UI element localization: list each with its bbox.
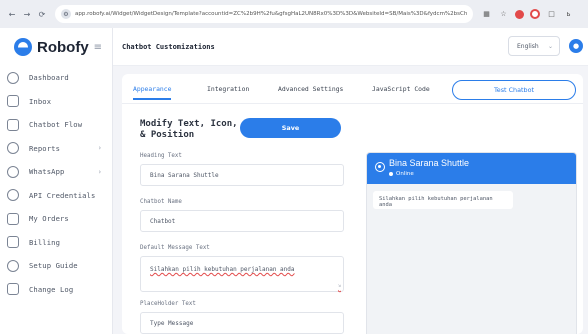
language-value: English xyxy=(517,42,539,50)
chat-bot-icon xyxy=(375,162,385,172)
sidebar-item-label: Billing xyxy=(29,237,60,247)
bookmark-star-icon[interactable]: ☆ xyxy=(498,9,509,20)
billing-icon xyxy=(7,236,19,249)
address-bar[interactable]: ⚙ app.robofy.ai/Widget/WidgetDesign/Temp… xyxy=(55,5,473,23)
profile-icon[interactable]: ь xyxy=(563,9,574,20)
save-button[interactable]: Save xyxy=(240,118,341,138)
tab-javascript-code[interactable]: JavaScript Code xyxy=(372,85,430,93)
online-dot-icon xyxy=(389,172,393,176)
sidebar-item-reports[interactable]: Reports › xyxy=(0,137,112,161)
heading-text-label: Heading Text xyxy=(140,153,182,159)
language-select[interactable]: English ⌄ xyxy=(508,36,560,56)
preview-bot-name: Bina Sarana Shuttle xyxy=(389,158,470,168)
robofy-logo-icon xyxy=(14,38,32,56)
preview-status: Online xyxy=(389,171,414,177)
chatbot-name-input[interactable]: Chatbot xyxy=(140,210,344,232)
heading-text-value: Bina Sarana Shuttle xyxy=(150,171,219,179)
tab-advanced-settings[interactable]: Advanced Settings xyxy=(278,85,343,93)
guide-icon xyxy=(7,259,19,272)
sidebar: Robofy ≡ Dashboard Inbox Chatbot Flow Re… xyxy=(0,28,113,334)
sidebar-item-label: WhatsApp xyxy=(29,167,65,177)
tab-appearance[interactable]: Appearance xyxy=(133,85,172,100)
main-content: Appearance Integration Advanced Settings… xyxy=(113,66,588,334)
chatbot-preview: Bina Sarana Shuttle Online Silahkan pili… xyxy=(366,152,577,334)
placeholder-text-value: Type Message xyxy=(150,319,194,327)
sidebar-item-label: Chatbot Flow xyxy=(29,120,83,130)
heading-text-input[interactable]: Bina Sarana Shuttle xyxy=(140,164,344,186)
sidebar-item-whatsapp[interactable]: WhatsApp › xyxy=(0,160,112,184)
extension-red-icon[interactable] xyxy=(515,9,524,19)
translate-icon[interactable]: ▦ xyxy=(481,9,492,20)
avatar[interactable]: ● xyxy=(569,39,583,53)
preview-header: Bina Sarana Shuttle Online xyxy=(367,153,576,184)
sidebar-item-label: Setup Guide xyxy=(29,261,78,271)
reload-icon[interactable]: ⟳ xyxy=(36,8,48,20)
flow-icon xyxy=(7,118,19,131)
header: Chatbot Customizations English ⌄ ● xyxy=(113,28,588,66)
preview-message-bubble: Silahkan pilih kebutuhan perjalanan anda xyxy=(373,191,513,209)
extensions-icon[interactable]: □ xyxy=(546,9,557,20)
forward-icon[interactable]: → xyxy=(21,8,33,20)
reports-icon xyxy=(7,142,19,155)
sidebar-item-my-orders[interactable]: My Orders xyxy=(0,207,112,231)
sidebar-item-label: Dashboard xyxy=(29,73,69,83)
default-message-value: Silahkan pilih kebutuhan perjalanan anda xyxy=(150,266,295,273)
api-key-icon xyxy=(7,189,19,202)
tab-integration[interactable]: Integration xyxy=(207,85,249,93)
sidebar-item-billing[interactable]: Billing xyxy=(0,231,112,255)
cart-icon xyxy=(7,212,19,225)
sidebar-item-label: Reports xyxy=(29,143,60,153)
sidebar-item-label: Inbox xyxy=(29,96,52,106)
site-info-icon[interactable]: ⚙ xyxy=(61,9,71,19)
sidebar-item-label: API Credentials xyxy=(29,190,96,200)
browser-toolbar: ← → ⟳ ⚙ app.robofy.ai/Widget/WidgetDesig… xyxy=(0,0,588,28)
sidebar-item-change-log[interactable]: Change Log xyxy=(0,278,112,302)
default-message-textarea[interactable]: Silahkan pilih kebutuhan perjalanan anda… xyxy=(140,256,344,292)
dashboard-icon xyxy=(7,71,19,84)
sidebar-item-chatbot-flow[interactable]: Chatbot Flow xyxy=(0,113,112,137)
changelog-icon xyxy=(7,283,19,296)
sidebar-item-label: My Orders xyxy=(29,214,69,224)
customization-panel: Appearance Integration Advanced Settings… xyxy=(122,74,583,334)
inbox-icon xyxy=(7,95,19,108)
chevron-down-icon: ⌄ xyxy=(547,42,553,50)
logo-text: Robofy xyxy=(37,38,89,56)
sidebar-item-dashboard[interactable]: Dashboard xyxy=(0,66,112,90)
whatsapp-icon xyxy=(7,165,19,178)
resize-handle-icon[interactable]: ⇲ xyxy=(338,283,341,289)
placeholder-text-input[interactable]: Type Message xyxy=(140,312,344,334)
chatbot-name-value: Chatbot xyxy=(150,217,176,225)
section-title: Modify Text, Icon, & Position xyxy=(140,119,238,140)
sidebar-item-label: Change Log xyxy=(29,284,74,294)
logo[interactable]: Robofy ≡ xyxy=(0,28,112,66)
sidebar-item-setup-guide[interactable]: Setup Guide xyxy=(0,254,112,278)
default-message-label: Default Message Text xyxy=(140,245,210,251)
preview-status-text: Online xyxy=(396,171,414,177)
url-text: app.robofy.ai/Widget/WidgetDesign/Templa… xyxy=(75,11,467,17)
chevron-right-icon: › xyxy=(97,144,102,153)
sidebar-item-inbox[interactable]: Inbox xyxy=(0,90,112,114)
chatbot-name-label: Chatbot Name xyxy=(140,199,182,205)
preview-message-text: Silahkan pilih kebutuhan perjalanan anda xyxy=(379,196,493,208)
back-icon[interactable]: ← xyxy=(6,8,18,20)
page-title: Chatbot Customizations xyxy=(122,42,215,51)
test-chatbot-button[interactable]: Test Chatbot xyxy=(452,80,576,100)
menu-toggle-icon[interactable]: ≡ xyxy=(94,42,102,53)
chevron-right-icon: › xyxy=(97,167,102,176)
tab-bar: Appearance Integration Advanced Settings… xyxy=(122,74,583,104)
placeholder-text-label: PlaceHolder Text xyxy=(140,301,196,307)
extension-ring-icon[interactable] xyxy=(530,9,540,19)
sidebar-item-api-credentials[interactable]: API Credentials xyxy=(0,184,112,208)
